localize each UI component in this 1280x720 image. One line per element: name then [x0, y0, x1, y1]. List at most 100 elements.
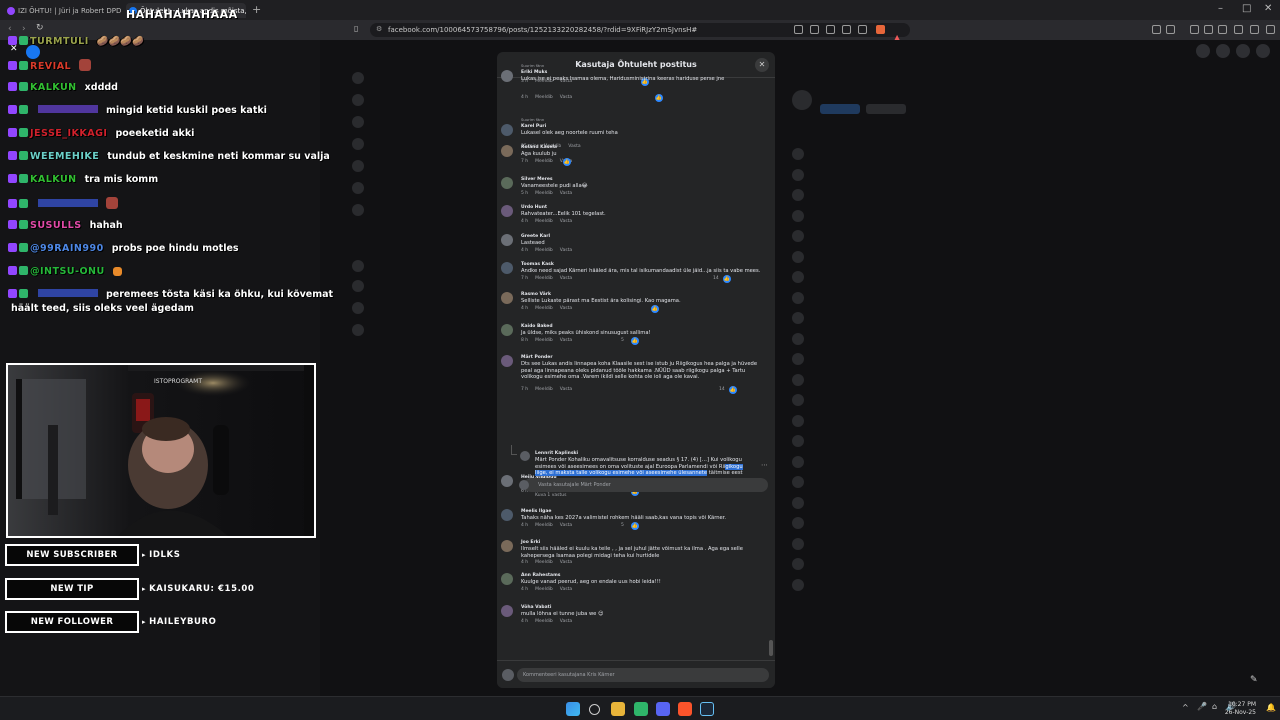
commenter-avatar[interactable] — [501, 573, 513, 585]
forward-icon[interactable]: › — [22, 24, 26, 34]
reply-link[interactable]: Vasta — [560, 95, 572, 100]
commenter-name[interactable]: Toomas Kask — [521, 262, 554, 267]
commenter-avatar[interactable] — [501, 324, 513, 336]
commenter-name[interactable]: Greete Karl — [521, 234, 550, 239]
commenter-avatar[interactable] — [501, 124, 513, 136]
commenter-name[interactable]: Võha Vabati — [521, 605, 551, 610]
network-icon[interactable]: ⌂ — [1212, 702, 1217, 711]
like-link[interactable]: Meeldib — [535, 191, 553, 196]
menu-icon[interactable] — [1266, 25, 1275, 34]
extensions-icon[interactable] — [1152, 25, 1161, 34]
commenter-name[interactable]: Urdo Hunt — [521, 205, 547, 210]
more-options-icon[interactable]: ⋯ — [761, 461, 768, 469]
commenter-name[interactable]: Eriki Muks — [521, 70, 547, 75]
vpn-icon[interactable] — [1234, 25, 1243, 34]
commenter-avatar[interactable] — [501, 205, 513, 217]
reactions-icon[interactable]: 👍 — [631, 522, 639, 530]
commenter-name[interactable]: Meelis Ilgae — [521, 509, 551, 514]
like-link[interactable]: Meeldib — [535, 306, 553, 311]
reload-icon[interactable]: ↻ — [36, 23, 44, 33]
cast-icon[interactable] — [794, 25, 803, 34]
commenter-avatar[interactable] — [501, 355, 513, 367]
reply-link[interactable]: Vasta — [560, 560, 572, 565]
commenter-avatar[interactable] — [501, 177, 513, 189]
notifications-tray-icon[interactable]: 🔔 — [1266, 703, 1276, 712]
discord-icon[interactable] — [656, 702, 670, 716]
commenter-avatar[interactable] — [501, 540, 513, 552]
commenter-avatar[interactable] — [501, 475, 513, 487]
system-clock[interactable]: 10:27 PM 26-Nov-25 — [1225, 701, 1256, 717]
commenter-avatar[interactable] — [501, 509, 513, 521]
commenter-name[interactable]: Joo Erki — [521, 540, 540, 545]
reply-link[interactable]: Vasta — [560, 219, 572, 224]
reply-link[interactable]: Vasta — [560, 619, 572, 624]
modal-scrollbar[interactable] — [769, 640, 773, 656]
sidebar-icon[interactable] — [1204, 25, 1213, 34]
zoom-icon[interactable] — [826, 25, 835, 34]
tray-chevron-icon[interactable]: ^ — [1182, 703, 1189, 712]
reply-link[interactable]: Vasta — [560, 338, 572, 343]
microphone-icon[interactable]: 🎤 — [1197, 702, 1207, 711]
reply-link[interactable]: Vasta — [560, 387, 572, 392]
commenter-name[interactable]: Karel Puri — [521, 124, 546, 129]
commenter-avatar[interactable] — [520, 451, 530, 461]
reply-link[interactable]: Vasta — [560, 523, 572, 528]
account-avatar[interactable] — [1256, 44, 1270, 58]
like-link[interactable]: Meeldib — [535, 338, 553, 343]
bookmark-icon[interactable]: ▯ — [354, 24, 358, 33]
brave-shield-icon[interactable] — [876, 25, 885, 34]
like-link[interactable]: Meeldib — [535, 219, 553, 224]
start-icon[interactable] — [566, 702, 580, 716]
like-link[interactable]: Meeldib — [535, 276, 553, 281]
reactions-icon[interactable]: 👍 — [723, 275, 731, 283]
like-link[interactable]: Meeldib — [535, 248, 553, 253]
close-overlay-icon[interactable]: ✕ — [10, 44, 22, 56]
reply-link[interactable]: Vasta — [560, 276, 572, 281]
close-window-icon[interactable]: ✕ — [1264, 3, 1272, 14]
back-icon[interactable]: ‹ — [8, 24, 12, 34]
site-info-icon[interactable]: ⚙ — [376, 25, 382, 33]
screenshot-icon[interactable] — [1166, 25, 1175, 34]
commenter-name[interactable]: Rasmo Värk — [521, 292, 551, 297]
reply-link[interactable]: Vasta — [560, 306, 572, 311]
commenter-name[interactable]: Märt Ponder — [521, 355, 553, 360]
maximize-icon[interactable]: □ — [1242, 3, 1251, 14]
new-tab-button[interactable]: + — [252, 3, 261, 16]
messenger-icon[interactable] — [1216, 44, 1230, 58]
wallet-icon[interactable] — [1218, 25, 1227, 34]
file-explorer-icon[interactable] — [611, 702, 625, 716]
commenter-name[interactable]: Silver Meres — [521, 177, 553, 182]
commenter-avatar[interactable] — [501, 262, 513, 274]
commenter-name[interactable]: Roland Kasela — [521, 145, 557, 150]
commenter-name[interactable]: Kaido Baked — [521, 324, 553, 329]
media-icon[interactable] — [1190, 25, 1199, 34]
comment-input[interactable]: Kommenteeri kasutajana Kris Kärner — [517, 668, 769, 682]
commenter-name[interactable]: Ann Rahestams — [521, 573, 560, 578]
reactions-icon[interactable]: 👍 — [631, 337, 639, 345]
reactions-icon[interactable]: 👍 — [729, 386, 737, 394]
like-link[interactable]: Meeldib — [535, 560, 553, 565]
commenter-avatar[interactable] — [501, 234, 513, 246]
like-link[interactable]: Meeldib — [535, 387, 553, 392]
search-icon[interactable] — [589, 704, 600, 715]
commenter-avatar[interactable] — [501, 292, 513, 304]
tab-stream[interactable]: IZI ÕHTU! | Jüri ja Robert DPD kuller — [4, 3, 122, 18]
menu-grid-icon[interactable] — [1196, 44, 1210, 58]
reader-icon[interactable] — [842, 25, 851, 34]
like-link[interactable]: Meeldib — [535, 587, 553, 592]
steam-icon[interactable] — [700, 702, 714, 716]
show-replies-link[interactable]: Kuva 1 vastus — [535, 493, 566, 498]
like-link[interactable]: Meeldib — [535, 159, 553, 164]
app-icon[interactable] — [634, 702, 648, 716]
reply-link[interactable]: Vasta — [560, 587, 572, 592]
like-link[interactable]: Meeldib — [535, 95, 553, 100]
commenter-avatar[interactable] — [501, 145, 513, 157]
rewards-icon[interactable]: ▲ — [894, 25, 903, 42]
commenter-name[interactable]: Lennrit Kaplinski — [535, 451, 578, 456]
minimize-icon[interactable]: – — [1218, 3, 1223, 14]
profile-icon[interactable] — [1250, 25, 1259, 34]
like-link[interactable]: Meeldib — [535, 523, 553, 528]
commenter-avatar[interactable] — [501, 605, 513, 617]
translate-icon[interactable] — [810, 25, 819, 34]
reply-link[interactable]: Vasta — [560, 248, 572, 253]
